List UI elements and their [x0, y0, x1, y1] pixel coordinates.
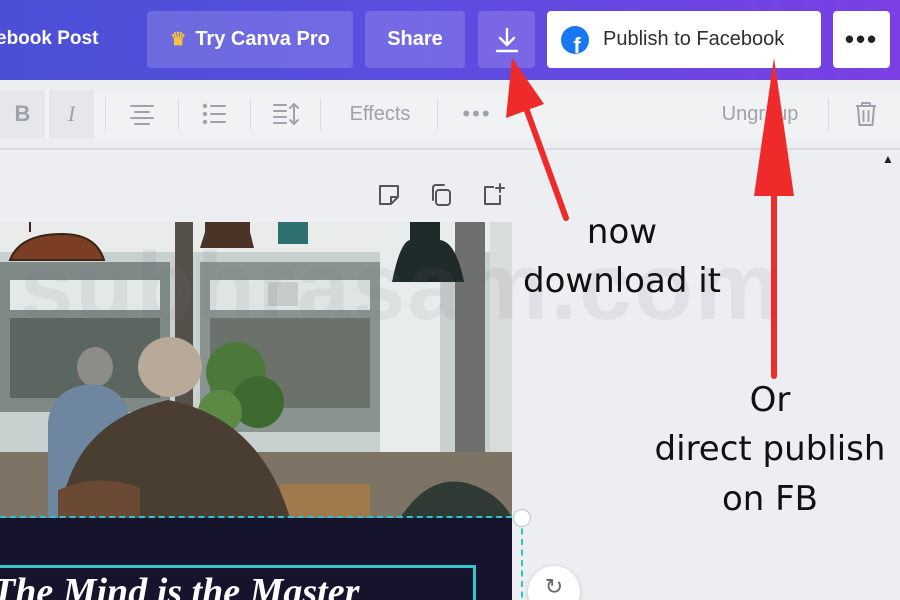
banner-quote-text[interactable]: The Mind is the Master	[0, 570, 359, 600]
toolbar-divider	[437, 98, 438, 130]
trash-icon	[856, 102, 876, 126]
add-note-button[interactable]	[376, 182, 402, 210]
scroll-up-icon[interactable]: ▲	[882, 152, 894, 166]
publish-to-facebook-button[interactable]: f Publish to Facebook	[547, 11, 821, 68]
download-annotation-line: now	[586, 212, 658, 252]
download-annotation: now download it	[512, 208, 732, 307]
bold-button[interactable]: B	[0, 90, 45, 138]
line-spacing-icon	[273, 103, 299, 125]
rotate-icon: ↻	[544, 574, 564, 599]
publish-annotation-line: direct publish	[654, 429, 886, 470]
selection-outline-right	[521, 518, 523, 600]
try-canva-pro-button[interactable]: ♛ Try Canva Pro	[147, 11, 353, 68]
effects-label: Effects	[349, 102, 411, 125]
ungroup-label: Ungroup	[721, 102, 799, 125]
publish-annotation-line: on FB	[721, 478, 819, 519]
text-toolbar: B I Effects ••• Ungroup	[0, 90, 900, 138]
delete-button[interactable]	[846, 90, 886, 138]
effects-button[interactable]: Effects	[340, 90, 420, 138]
more-options-icon: •••	[844, 24, 879, 54]
design-title[interactable]: ebook Post	[0, 28, 98, 50]
publish-to-facebook-label: Publish to Facebook	[603, 28, 785, 50]
spacing-button[interactable]	[262, 90, 310, 138]
italic-icon: I	[67, 101, 76, 126]
toolbar-divider	[250, 98, 251, 130]
more-icon: •••	[462, 101, 492, 126]
ungroup-button[interactable]: Ungroup	[712, 90, 808, 138]
note-icon	[379, 185, 399, 205]
more-options-button[interactable]: •••	[833, 11, 890, 68]
align-button[interactable]	[118, 90, 166, 138]
selection-outline-top	[0, 516, 522, 518]
toolbar-divider	[828, 98, 829, 130]
duplicate-page-button[interactable]	[428, 182, 454, 210]
toolbar-divider	[178, 98, 179, 130]
download-button[interactable]	[478, 11, 535, 68]
toolbar-divider	[320, 98, 321, 130]
toolbar-divider	[105, 98, 106, 130]
bullet-list-icon	[202, 103, 226, 125]
share-label: Share	[387, 28, 443, 50]
duplicate-icon	[432, 184, 451, 206]
editor-header: ebook Post ♛ Try Canva Pro Share f Publi…	[0, 0, 900, 80]
publish-annotation: Or direct publish on FB	[646, 376, 894, 524]
bold-icon: B	[14, 101, 31, 126]
download-annotation-line: download it	[523, 261, 721, 302]
list-button[interactable]	[190, 90, 238, 138]
add-page-button[interactable]	[480, 182, 506, 210]
publish-annotation-line: Or	[749, 380, 791, 420]
facebook-icon: f	[561, 25, 589, 54]
italic-button[interactable]: I	[49, 90, 94, 138]
download-icon	[495, 27, 518, 52]
share-button[interactable]: Share	[365, 11, 465, 68]
resize-handle[interactable]	[513, 509, 531, 527]
add-page-icon	[484, 183, 505, 205]
align-center-icon	[130, 105, 154, 125]
try-canva-pro-label: Try Canva Pro	[195, 28, 330, 50]
crown-icon: ♛	[170, 29, 187, 49]
toolbar-more-button[interactable]: •••	[455, 90, 499, 138]
